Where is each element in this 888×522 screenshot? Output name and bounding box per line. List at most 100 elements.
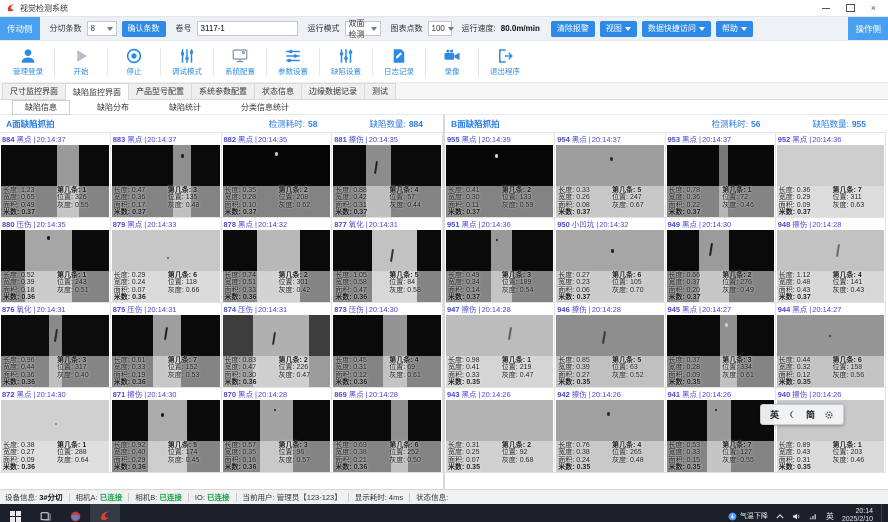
clear-alarm-button[interactable]: 清除报警 — [551, 21, 595, 37]
moon-icon[interactable] — [788, 410, 797, 419]
defect-cell[interactable]: 954黑点20:14:37长度:0.33宽度:0.26面积:0.08米数:0.3… — [555, 133, 665, 218]
sub-tab-1[interactable]: 缺陷信息 — [12, 100, 70, 115]
defect-cell[interactable]: 944黑点20:14:27长度:0.44宽度:0.32面积:0.12米数:0.3… — [776, 303, 886, 388]
taskbar-clock[interactable]: 20:14 2025/2/10 — [842, 508, 873, 522]
defect-cell[interactable]: 940擦伤20:14:26长度:0.89宽度:0.43面积:0.31米数:0.3… — [776, 388, 886, 473]
ribbon-button-stop[interactable]: 停止 — [108, 46, 160, 78]
stat-label: 长度: — [335, 442, 351, 449]
slit-count-select[interactable]: 8 — [87, 21, 117, 36]
defect-cell[interactable]: 881擦伤20:14:35长度:0.88宽度:0.42面积:0.31米数:0.3… — [332, 133, 443, 218]
stat-value: 0.35 — [797, 464, 811, 471]
ribbon-button-sliders-v[interactable]: 缺陷设置 — [320, 46, 372, 78]
defect-time: 20:14:26 — [699, 390, 731, 399]
roll-number-input[interactable] — [197, 21, 298, 36]
defect-cell[interactable]: 877氧化20:14:31长度:1.05宽度:0.58面积:0.47米数:0.3… — [332, 218, 443, 303]
stats-column: 长度:0.33宽度:0.26面积:0.08米数:0.37 — [558, 187, 590, 217]
ribbon-button-tune[interactable]: 调试模式 — [161, 46, 213, 78]
sub-tab-2[interactable]: 缺陷分布 — [84, 100, 142, 115]
ribbon-button-sliders-h[interactable]: 参数设置 — [267, 46, 319, 78]
ribbon-button-exit[interactable]: 退出程序 — [479, 46, 531, 78]
stat-value: 0.78 — [686, 187, 700, 194]
defect-stats: 长度:0.96宽度:0.44面积:0.36米数:0.36第几条:3位置:317灰… — [1, 356, 109, 387]
defect-cell[interactable]: 878黑点20:14:32长度:0.74宽度:0.51面积:0.33米数:0.3… — [222, 218, 333, 303]
start-button[interactable] — [0, 504, 30, 522]
defect-cell[interactable]: 952黑点20:14:36长度:0.36宽度:0.29面积:0.09米数:0.3… — [776, 133, 886, 218]
defect-cell[interactable]: 875压伤20:14:31长度:0.61宽度:0.33面积:0.19米数:0.3… — [111, 303, 222, 388]
main-tab-5[interactable]: 状态信息 — [254, 83, 302, 99]
defect-cell[interactable]: 884黑点20:14:37长度:1.23宽度:0.65面积:0.49米数:0.3… — [0, 133, 111, 218]
defect-cell[interactable]: 872黑点20:14:30长度:0.38宽度:0.27面积:0.09米数:0.3… — [0, 388, 111, 473]
ribbon-button-monitor[interactable]: 系统配置 — [214, 46, 266, 78]
defect-cell[interactable]: 941黑点20:14:26长度:0.53宽度:0.33面积:0.15米数:0.3… — [666, 388, 776, 473]
task-view-button[interactable] — [30, 504, 60, 522]
stat-value: 0.24 — [132, 279, 146, 286]
sub-tab-4[interactable]: 分类信息统计 — [228, 100, 302, 115]
pinned-app-button[interactable] — [60, 504, 90, 522]
stat-row: 宽度:0.28 — [225, 194, 257, 201]
defect-cell[interactable]: 943黑点20:14:26长度:0.31宽度:0.25面积:0.07米数:0.3… — [445, 388, 555, 473]
active-app-button[interactable] — [90, 504, 120, 522]
stat-label: 第几条: — [389, 187, 412, 194]
defect-cell[interactable]: 870黑点20:14:28长度:0.57宽度:0.35面积:0.16米数:0.3… — [222, 388, 333, 473]
stat-row: 米数:0.37 — [448, 294, 480, 301]
defect-cell[interactable]: 879黑点20:14:33长度:0.29宽度:0.24面积:0.07米数:0.3… — [111, 218, 222, 303]
run-mode-select[interactable]: 双面检测 — [345, 21, 381, 36]
defect-cell[interactable]: 869黑点20:14:28长度:0.69宽度:0.38面积:0.21米数:0.3… — [332, 388, 443, 473]
weather-widget[interactable]: 气温下降 — [728, 511, 768, 521]
main-tab-7[interactable]: 测试 — [364, 83, 396, 99]
view-menu-button[interactable]: 视图 — [600, 21, 637, 37]
main-tab-2[interactable]: 缺陷监控界面 — [65, 83, 129, 100]
defect-cell-title: 942擦伤20:14:26 — [555, 388, 664, 400]
main-tab-1[interactable]: 尺寸监控界面 — [2, 83, 66, 99]
sub-tab-3[interactable]: 缺陷统计 — [156, 100, 214, 115]
defect-cell[interactable]: 945黑点20:14:27长度:0.37宽度:0.28面积:0.09米数:0.3… — [666, 303, 776, 388]
ribbon-button-play[interactable]: 开始 — [55, 46, 107, 78]
main-tab-6[interactable]: 边缘数据记录 — [301, 83, 365, 99]
ime-english-toggle[interactable]: 英 — [770, 408, 779, 421]
defect-cell[interactable]: 951黑点20:14:36长度:0.49宽度:0.34面积:0.14米数:0.3… — [445, 218, 555, 303]
defect-cell[interactable]: 949黑点20:14:30长度:0.66宽度:0.37面积:0.20米数:0.3… — [666, 218, 776, 303]
defect-cell[interactable]: 953黑点20:14:37长度:0.78宽度:0.36面积:0.22米数:0.3… — [666, 133, 776, 218]
defect-cell[interactable]: 871擦伤20:14:30长度:0.92宽度:0.40面积:0.29米数:0.3… — [111, 388, 222, 473]
defect-cell[interactable]: 948擦伤20:14:28长度:1.12宽度:0.48面积:0.43米数:0.3… — [776, 218, 886, 303]
defect-type: 黑点 — [682, 304, 697, 315]
panel-side-a: A面缺陷抓拍 检测耗时:58 缺陷数量:884 884黑点20:14:37长度:… — [0, 115, 443, 489]
data-access-menu-button[interactable]: 数据快捷访问 — [642, 21, 711, 37]
defect-cell[interactable]: 950小凹坑20:14:32长度:0.27宽度:0.23面积:0.06米数:0.… — [555, 218, 665, 303]
defect-cell[interactable]: 873压伤20:14:30长度:0.45宽度:0.31面积:0.12米数:0.3… — [332, 303, 443, 388]
stat-value: 0.40 — [75, 372, 89, 379]
ribbon-button-log[interactable]: 日志记录 — [373, 46, 425, 78]
defect-cell[interactable]: 876氧化20:14:31长度:0.96宽度:0.44面积:0.36米数:0.3… — [0, 303, 111, 388]
stat-value: 0.35 — [577, 379, 591, 386]
defect-cell[interactable]: 874压伤20:14:31长度:0.83宽度:0.47面积:0.30米数:0.3… — [222, 303, 333, 388]
stat-label: 面积: — [669, 287, 685, 294]
defect-cell[interactable]: 955黑点20:14:39长度:0.41宽度:0.30面积:0.11米数:0.3… — [445, 133, 555, 218]
help-menu-button[interactable]: 帮助 — [716, 21, 753, 37]
show-desktop-button[interactable] — [881, 504, 885, 522]
defect-cell[interactable]: 946擦伤20:14:28长度:0.85宽度:0.39面积:0.27米数:0.3… — [555, 303, 665, 388]
network-button[interactable] — [809, 512, 818, 521]
defect-cell[interactable]: 883黑点20:14:37长度:0.47宽度:0.36面积:0.17米数:0.3… — [111, 133, 222, 218]
main-tab-4[interactable]: 系统参数配置 — [191, 83, 255, 99]
defect-cell[interactable]: 880压伤20:14:35长度:0.52宽度:0.39面积:0.18米数:0.3… — [0, 218, 111, 303]
ribbon-button-camera[interactable]: 录像 — [426, 46, 478, 78]
tray-expand-button[interactable] — [776, 514, 784, 519]
close-icon[interactable]: × — [871, 4, 876, 13]
stat-label: 第几条: — [279, 187, 302, 194]
defect-cell[interactable]: 947擦伤20:14:28长度:0.98宽度:0.41面积:0.33米数:0.3… — [445, 303, 555, 388]
stat-label: 长度: — [3, 357, 19, 364]
ribbon-button-user[interactable]: 管理登录 — [2, 46, 54, 78]
defect-id: 943 — [447, 390, 460, 399]
gear-icon[interactable] — [824, 410, 834, 420]
maximize-icon[interactable] — [846, 4, 855, 12]
chart-points-select[interactable]: 100 — [428, 21, 452, 36]
ime-simplified-toggle[interactable]: 简 — [806, 408, 815, 421]
minimize-icon[interactable] — [822, 8, 830, 9]
defect-cell[interactable]: 882黑点20:14:35长度:0.35宽度:0.28面积:0.10米数:0.3… — [222, 133, 333, 218]
defect-cell[interactable]: 942擦伤20:14:26长度:0.76宽度:0.38面积:0.24米数:0.3… — [555, 388, 665, 473]
main-tab-3[interactable]: 产品型号配置 — [128, 83, 192, 99]
confirm-count-button[interactable]: 确认条数 — [122, 21, 166, 37]
taskbar-language-button[interactable]: 英 — [826, 511, 834, 522]
stat-row: 米数:0.35 — [779, 379, 811, 386]
volume-button[interactable] — [792, 512, 801, 521]
